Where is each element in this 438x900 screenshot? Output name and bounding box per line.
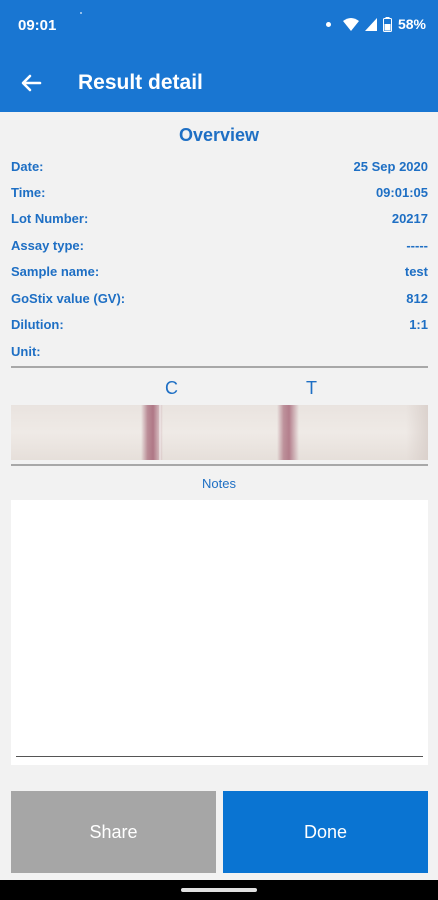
status-icons: 58% [325, 16, 426, 32]
row-value: 812 [406, 290, 428, 306]
battery-icon [382, 16, 392, 32]
row-value: 1:1 [409, 316, 428, 332]
row-dilution: Dilution: 1:1 [11, 314, 428, 334]
notes-field[interactable] [11, 500, 428, 765]
row-label: Sample name: [11, 263, 100, 279]
battery-percent: 58% [397, 16, 426, 32]
notification-dot-icon [325, 21, 331, 27]
row-unit: Unit: [11, 341, 428, 361]
home-gesture-handle[interactable] [181, 888, 257, 892]
divider-top [11, 366, 428, 368]
done-button[interactable]: Done [223, 791, 428, 873]
app-bar: Result detail [0, 54, 438, 112]
row-value: ----- [406, 237, 428, 253]
signal-icon [364, 17, 377, 31]
row-label: GoStix value (GV): [11, 290, 126, 306]
status-bar: 09:01 58% [0, 0, 438, 54]
page-title: Result detail [78, 71, 203, 94]
row-gostix-value: GoStix value (GV): 812 [11, 288, 428, 308]
test-band [277, 405, 299, 460]
row-label: Date: [11, 158, 44, 174]
row-label: Assay type: [11, 237, 84, 253]
strip-end [406, 405, 428, 460]
row-date: Date: 25 Sep 2020 [11, 156, 428, 176]
overview-heading: Overview [178, 125, 260, 145]
row-sample-name: Sample name: test [11, 261, 428, 281]
wifi-icon [342, 17, 359, 31]
row-value: 20217 [391, 210, 428, 226]
row-label: Lot Number: [11, 210, 89, 226]
test-strip-image [11, 405, 428, 460]
row-assay-type: Assay type: ----- [11, 235, 428, 255]
status-time: 09:01 [18, 17, 57, 34]
divider-bottom [11, 464, 428, 466]
strip-edge [159, 405, 161, 460]
row-lot-number: Lot Number: 20217 [11, 208, 428, 228]
row-value: test [404, 263, 428, 279]
control-line-label: C [165, 378, 178, 398]
notes-label: Notes [202, 476, 236, 491]
row-time: Time: 09:01:05 [11, 182, 428, 202]
row-label: Unit: [11, 343, 41, 359]
row-value: 09:01:05 [375, 184, 428, 200]
row-label: Time: [11, 184, 46, 200]
test-line-label: T [306, 378, 317, 398]
system-nav-bar [0, 880, 438, 900]
row-value: 25 Sep 2020 [353, 158, 428, 174]
arrow-left-icon[interactable] [18, 70, 44, 96]
share-button[interactable]: Share [11, 791, 216, 873]
row-label: Dilution: [11, 316, 64, 332]
status-dot [80, 12, 82, 14]
notes-underline [16, 756, 423, 757]
